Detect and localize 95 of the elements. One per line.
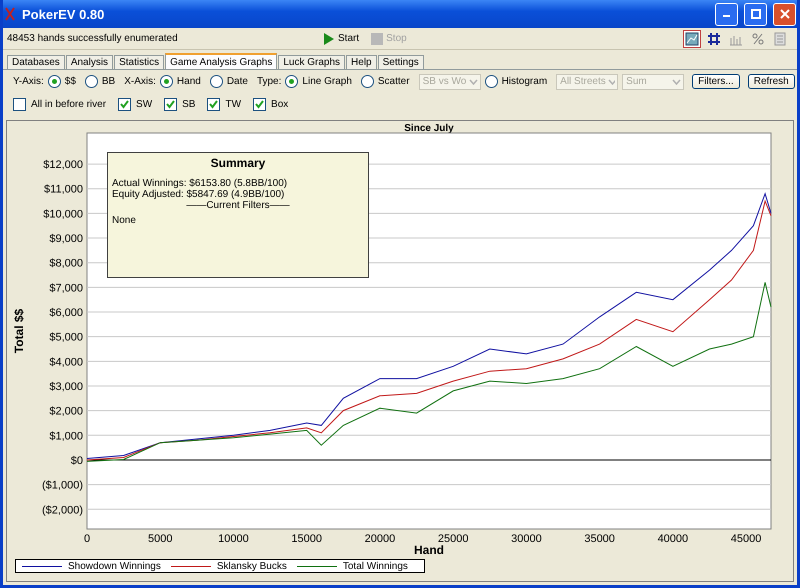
chart-title: Since July (404, 123, 454, 134)
tab[interactable]: Statistics (114, 55, 164, 69)
option-label: X-Axis: (124, 76, 156, 87)
checkbox-label: Box (271, 99, 288, 110)
filters-text: None (112, 215, 137, 226)
tab[interactable]: Help (346, 55, 377, 69)
document-icon (773, 32, 787, 46)
radio-button[interactable] (360, 75, 374, 88)
checkbox[interactable] (118, 98, 132, 111)
radio-button[interactable] (48, 75, 61, 88)
check-icon (120, 100, 130, 109)
checkbox[interactable] (13, 98, 26, 111)
checkbox[interactable] (164, 98, 178, 111)
y-tick-label: $9,000 (49, 233, 83, 246)
caret-icon (608, 78, 616, 84)
grid-icon (707, 32, 721, 46)
status-text: 48453 hands successfully enumerated (7, 33, 179, 44)
check-icon (166, 100, 176, 109)
x-axis-label: Hand (414, 543, 444, 557)
y-tick-label: $8,000 (49, 258, 83, 270)
chart-icon (685, 32, 699, 46)
toolbar-button[interactable]: Start (317, 32, 366, 44)
stop-icon (371, 32, 384, 44)
tab[interactable]: Databases (7, 55, 65, 69)
summary-line: Equity Adjusted: $5847.69 (4.9BB/100) (112, 189, 286, 200)
checkbox-label: TW (225, 99, 242, 110)
y-tick-label: ($1,000) (42, 480, 83, 492)
maximize-icon (750, 9, 760, 19)
option-label: Y-Axis: (13, 76, 44, 87)
checkbox-label: SB (182, 99, 196, 110)
caret-icon (468, 78, 478, 84)
radio-label: Date (226, 76, 248, 87)
radio-label: BB (102, 76, 116, 87)
radio-label: $$ (64, 76, 76, 87)
x-tick-label: 10000 (218, 533, 249, 545)
x-tick-label: 25000 (438, 533, 468, 545)
radio-label: Histogram (502, 76, 548, 87)
radio-label: Line Graph (302, 76, 352, 87)
check-icon (209, 100, 218, 109)
summary-line: Actual Winnings: $6153.80 (5.8BB/100) (112, 178, 288, 189)
app-icon (4, 7, 16, 21)
radio-label: Hand (176, 76, 201, 87)
legend-label: Showdown Winnings (68, 560, 161, 572)
checkbox-label: SW (136, 99, 152, 110)
check-icon (255, 100, 264, 109)
y-tick-label: ($2,000) (42, 504, 83, 516)
checkbox[interactable] (207, 98, 220, 111)
tab[interactable]: Luck Graphs (278, 55, 346, 69)
y-tick-label: $3,000 (49, 380, 83, 393)
caret-icon (672, 78, 682, 84)
y-tick-label: $0 (70, 454, 83, 467)
radio-button[interactable] (484, 75, 498, 88)
radio-button[interactable] (160, 75, 173, 88)
y-tick-label: $4,000 (49, 356, 83, 368)
filters-heading: ——Current Filters—— (185, 200, 291, 211)
tab[interactable]: Settings (378, 55, 424, 69)
y-tick-label: $11,000 (44, 184, 83, 196)
y-tick-label: $5,000 (49, 332, 83, 344)
play-icon (323, 32, 335, 44)
action-button[interactable]: Refresh (748, 74, 795, 89)
x-tick-label: 5000 (148, 533, 172, 545)
checkbox[interactable] (253, 98, 266, 111)
summary-title: Summary (210, 156, 266, 170)
y-tick-label: $12,000 (43, 159, 83, 172)
tab[interactable]: Game Analysis Graphs (165, 53, 278, 69)
radio-button[interactable] (210, 75, 223, 88)
x-tick-label: 0 (84, 533, 90, 545)
x-tick-label: 40000 (658, 533, 688, 545)
legend-label: Sklansky Bucks (216, 560, 287, 572)
close-button[interactable] (773, 2, 796, 26)
maximize-button[interactable] (744, 2, 767, 26)
radio-button[interactable] (84, 75, 98, 88)
view-toggle[interactable] (683, 30, 701, 48)
y-tick-label: $2,000 (49, 406, 83, 418)
y-tick-label: $6,000 (49, 307, 83, 320)
x-tick-label: 35000 (584, 533, 615, 545)
close-icon (780, 9, 790, 19)
y-axis-label: Total $$ (12, 308, 26, 354)
tab[interactable]: Analysis (66, 55, 114, 69)
x-tick-label: 15000 (291, 533, 322, 545)
y-tick-label: $1,000 (49, 430, 83, 442)
window-title: PokerEV 0.80 (22, 6, 106, 22)
x-tick-label: 45000 (730, 533, 762, 545)
option-label: Type: (256, 76, 282, 87)
radio-button[interactable] (285, 75, 298, 88)
legend-label: Total Winnings (342, 560, 408, 572)
radio-label: Scatter (378, 76, 410, 87)
minimize-button[interactable] (715, 2, 738, 26)
x-tick-label: 20000 (364, 533, 396, 545)
x-tick-label: 30000 (511, 533, 542, 545)
percent-icon (751, 32, 765, 46)
y-tick-label: $10,000 (43, 208, 83, 220)
y-tick-label: $7,000 (49, 282, 83, 294)
checkbox-label: All in before river (31, 99, 106, 110)
action-button[interactable]: Filters... (692, 74, 740, 89)
